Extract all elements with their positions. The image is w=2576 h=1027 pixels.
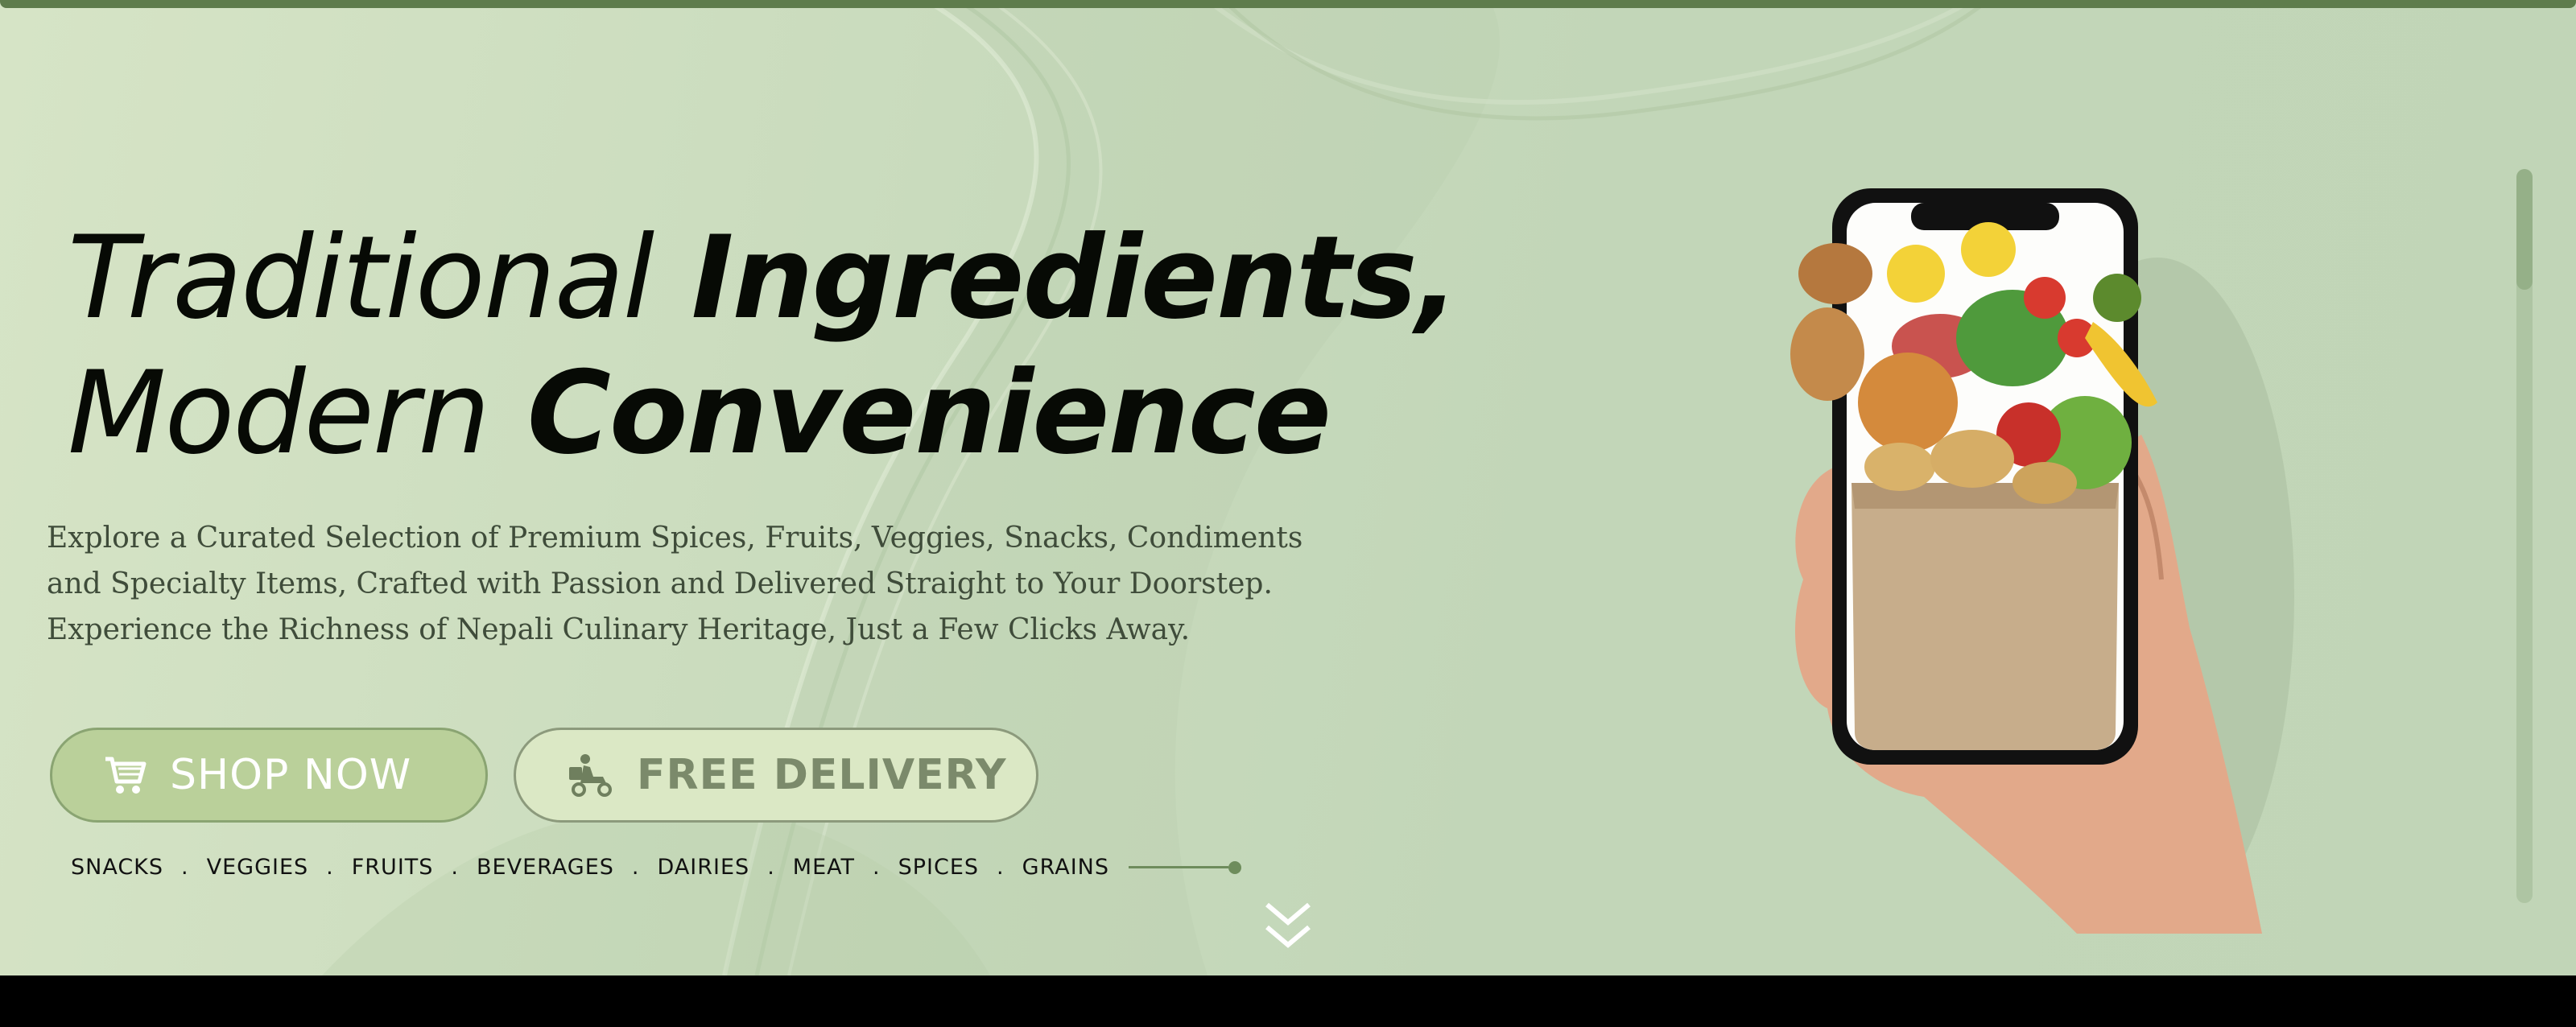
category-link-beverages[interactable]: BEVERAGES: [477, 855, 614, 880]
category-link-fruits[interactable]: FRUITS: [352, 855, 434, 880]
hero-section: Traditional Ingredients, Modern Convenie…: [0, 0, 2576, 975]
hero-description: Explore a Curated Selection of Premium S…: [47, 522, 1303, 646]
delivery-scooter-icon: [566, 751, 614, 799]
category-accent-line: [1129, 866, 1228, 868]
category-link-spices[interactable]: SPICES: [898, 855, 979, 880]
category-accent-dot: [1228, 860, 1241, 874]
hand-phone-grocery-image: [1790, 188, 2294, 934]
category-separator: .: [181, 855, 189, 880]
shop-now-label: SHOP NOW: [170, 751, 412, 799]
cart-icon: [102, 753, 147, 798]
category-separator: .: [767, 855, 775, 880]
category-separator: .: [326, 855, 334, 880]
category-list: SNACKS . VEGGIES . FRUITS . BEVERAGES . …: [71, 855, 1241, 880]
category-separator: .: [631, 855, 640, 880]
headline-word-ingredients: Ingredients,: [691, 212, 1459, 344]
shop-now-button[interactable]: SHOP NOW: [50, 728, 488, 823]
hero-headline: Traditional Ingredients, Modern Convenie…: [68, 211, 1459, 481]
headline-word-modern: Modern: [68, 347, 490, 480]
category-separator: .: [873, 855, 881, 880]
scroll-down-chevron-icon[interactable]: [1264, 900, 1312, 955]
top-accent-bar: [0, 0, 2576, 8]
category-link-snacks[interactable]: SNACKS: [71, 855, 163, 880]
category-link-veggies[interactable]: VEGGIES: [207, 855, 309, 880]
free-delivery-button[interactable]: FREE DELIVERY: [514, 728, 1038, 823]
free-delivery-label: FREE DELIVERY: [637, 751, 1007, 799]
category-separator: .: [451, 855, 460, 880]
category-separator: .: [997, 855, 1005, 880]
category-link-grains[interactable]: GRAINS: [1022, 855, 1109, 880]
headline-word-convenience: Convenience: [526, 347, 1331, 480]
scrollbar-thumb[interactable]: [2516, 169, 2533, 290]
headline-word-traditional: Traditional: [68, 212, 654, 344]
category-link-dairies[interactable]: DAIRIES: [658, 855, 750, 880]
category-link-meat[interactable]: MEAT: [793, 855, 855, 880]
